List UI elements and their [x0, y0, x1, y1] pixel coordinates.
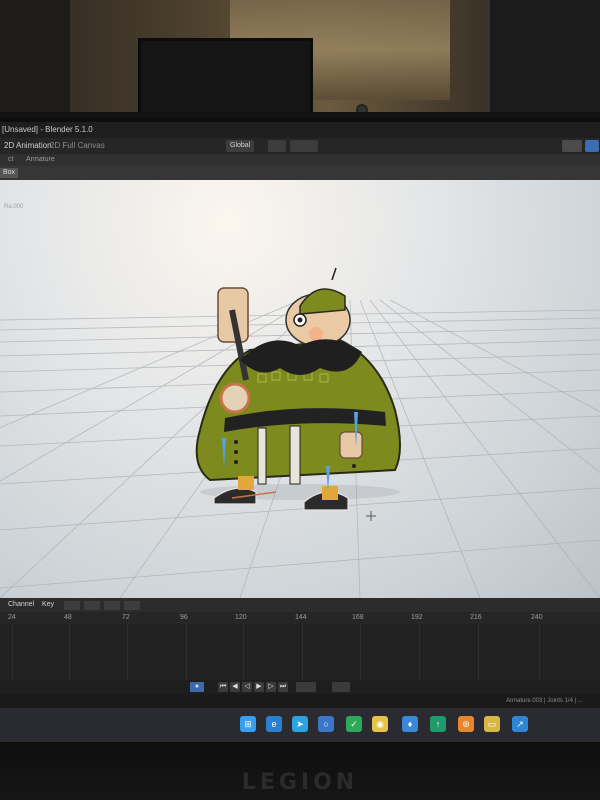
ruler-frame-label: 144: [295, 614, 307, 621]
room-wall-left: [0, 0, 70, 120]
3d-viewport[interactable]: Ra.000: [0, 180, 600, 598]
tool-settings-bar: Box: [0, 166, 600, 180]
header-menu-select[interactable]: ct: [8, 154, 13, 166]
overlay-toggle-button[interactable]: [585, 140, 599, 152]
ruler-frame-label: 72: [122, 614, 130, 621]
character-shield: [219, 382, 251, 414]
play-icon[interactable]: ▶: [254, 682, 264, 692]
blue-app-icon[interactable]: ↗: [512, 716, 528, 732]
timeline-view-button[interactable]: [332, 682, 350, 692]
timeline-sync-button[interactable]: [104, 601, 120, 610]
room-wall-right: [490, 0, 600, 115]
character-hat: [299, 288, 346, 315]
snap-toggle[interactable]: [290, 140, 318, 152]
jump-end-icon[interactable]: ⏭: [278, 682, 288, 692]
window-title: [Unsaved] - Blender 5.1.0: [2, 125, 93, 134]
ruler-frame-label: 120: [235, 614, 247, 621]
select-box-mode[interactable]: Box: [0, 168, 19, 178]
timeline-menu-key[interactable]: Key: [42, 598, 54, 612]
character-left-boot-cuff: [238, 476, 254, 490]
play-reverse-icon[interactable]: ◁: [242, 682, 252, 692]
chrome-icon[interactable]: ◉: [372, 716, 388, 732]
room-background: [0, 0, 600, 130]
header-menu-armature[interactable]: Armature: [26, 154, 55, 166]
3d-cursor-icon: [366, 511, 376, 521]
laptop-brand-logo: LEGION: [241, 770, 359, 795]
laptop-screen: [Unsaved] - Blender 5.1.0 2D Animation 2…: [0, 122, 600, 742]
workspace-tab-2d-full-canvas[interactable]: 2D Full Canvas: [50, 138, 105, 154]
viewport-header: ct Armature: [0, 154, 600, 166]
checkmark-icon[interactable]: ✓: [346, 716, 362, 732]
keying-record-button[interactable]: ●: [190, 682, 204, 692]
ruler-frame-label: 216: [470, 614, 482, 621]
playback-controls: ● ⏮ ◀ ◁ ▶ ▷ ⏭: [0, 680, 600, 694]
folder-icon[interactable]: ▭: [484, 716, 500, 732]
blender-icon[interactable]: ⊚: [458, 716, 474, 732]
timeline-only-selected-button[interactable]: [84, 601, 100, 610]
timeline-menu-channel[interactable]: Channel: [8, 598, 34, 612]
green-app-icon[interactable]: ↑: [430, 716, 446, 732]
timeline-filter-button[interactable]: [64, 601, 80, 610]
workspace-bar: 2D Animation 2D Full Canvas Global: [0, 138, 600, 154]
viewport-overlay-text: Ra.000: [4, 204, 24, 210]
viewport-shading-button[interactable]: [562, 140, 582, 152]
timeline-track-area[interactable]: [0, 624, 600, 680]
windows-taskbar: ⊞ e ➤ ○ ✓ ◉ ♦ ↑ ⊚ ▭ ↗: [0, 708, 600, 742]
robe-panel: [257, 427, 267, 485]
character-right-hand: [339, 431, 363, 459]
transform-orientation-dropdown[interactable]: Global: [226, 140, 255, 152]
windows-start-icon[interactable]: ⊞: [240, 716, 256, 732]
room-monitor: [138, 38, 313, 116]
edge-icon[interactable]: e: [266, 716, 282, 732]
ruler-frame-label: 240: [531, 614, 543, 621]
timeline-ruler[interactable]: 24 48 72 96 120 144 168 192 216 240: [0, 612, 600, 624]
ruler-frame-label: 192: [411, 614, 423, 621]
ruler-frame-label: 24: [8, 614, 16, 621]
character-right-boot-cuff: [322, 486, 338, 500]
playback-options-button[interactable]: [296, 682, 316, 692]
timeline-keying-button[interactable]: [124, 601, 140, 610]
telegram-icon[interactable]: ➤: [292, 716, 308, 732]
character-cheek: [309, 327, 323, 341]
status-bar: Armature.003 | Joints 1/4 | ...: [0, 694, 600, 708]
window-titlebar: [Unsaved] - Blender 5.1.0: [0, 122, 600, 138]
cortana-icon[interactable]: ○: [318, 716, 334, 732]
workspace-tab-2d-animation[interactable]: 2D Animation: [4, 138, 52, 154]
ruler-frame-label: 48: [64, 614, 72, 621]
jump-keyframe-forward-icon[interactable]: ▷: [266, 682, 276, 692]
pivot-point-dropdown[interactable]: [268, 140, 286, 152]
character-drawing[interactable]: [0, 180, 600, 598]
water-drop-icon[interactable]: ♦: [402, 716, 418, 732]
jump-keyframe-back-icon[interactable]: ◀: [230, 682, 240, 692]
timeline-header: Channel Key: [0, 598, 600, 612]
status-text: Armature.003 | Joints 1/4 | ...: [506, 698, 583, 704]
jump-start-icon[interactable]: ⏮: [218, 682, 228, 692]
ruler-frame-label: 168: [352, 614, 364, 621]
robe-panel: [289, 425, 301, 485]
ruler-frame-label: 96: [180, 614, 188, 621]
